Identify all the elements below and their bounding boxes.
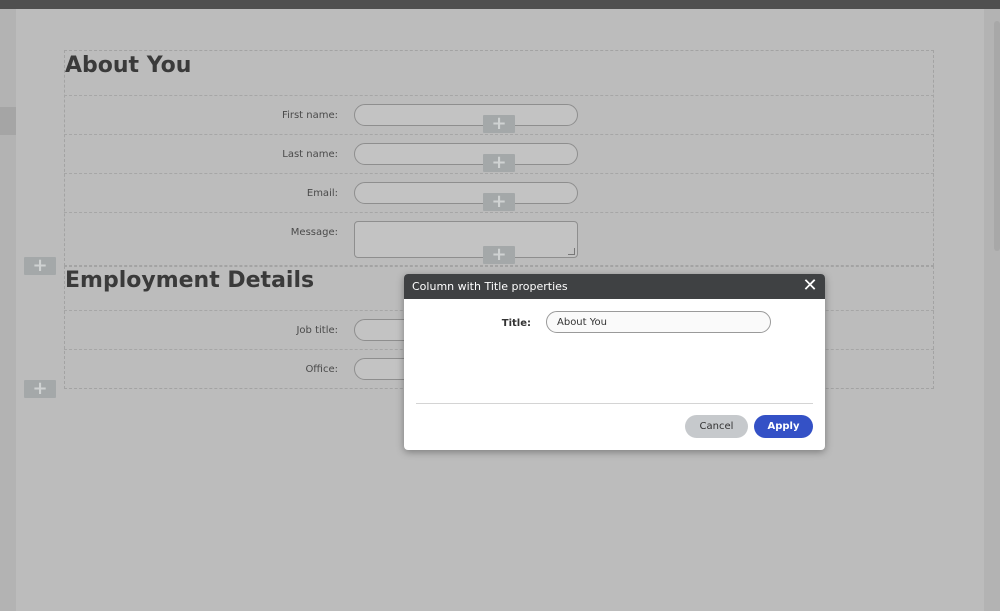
dialog-title: Column with Title properties [412, 280, 568, 293]
add-row-button[interactable]: + [483, 246, 515, 264]
close-icon[interactable]: ✕ [801, 276, 819, 296]
row-divider [64, 212, 934, 213]
cancel-button[interactable]: Cancel [685, 415, 748, 438]
first-name-input[interactable] [354, 104, 578, 126]
office-label: Office: [305, 364, 338, 375]
last-name-label: Last name: [282, 149, 338, 160]
title-field-label: Title: [501, 318, 531, 329]
dialog-separator [416, 403, 813, 404]
job-title-label: Job title: [296, 325, 338, 336]
properties-dialog: Column with Title properties ✕ Title: Ca… [404, 274, 825, 450]
left-rail [0, 9, 16, 611]
left-rail-tab[interactable] [0, 107, 16, 135]
section-title-about-you: About You [65, 53, 192, 78]
scrollbar-thumb[interactable] [994, 21, 1000, 251]
row-divider [64, 95, 934, 96]
add-row-button[interactable]: + [483, 154, 515, 172]
resize-grip-icon[interactable] [568, 248, 575, 255]
email-label: Email: [306, 188, 338, 199]
first-name-label: First name: [282, 110, 338, 121]
row-divider [64, 173, 934, 174]
add-row-button[interactable]: + [483, 193, 515, 211]
add-section-button[interactable]: + [24, 257, 56, 275]
message-label: Message: [290, 227, 338, 238]
scrollbar[interactable] [984, 9, 1000, 611]
apply-button[interactable]: Apply [754, 415, 813, 438]
add-section-button[interactable]: + [24, 380, 56, 398]
top-bar [0, 0, 1000, 9]
dialog-header: Column with Title properties ✕ [404, 274, 825, 299]
last-name-input[interactable] [354, 143, 578, 165]
title-field-input[interactable] [546, 311, 771, 333]
message-textarea[interactable] [354, 221, 578, 258]
add-row-button[interactable]: + [483, 115, 515, 133]
section-title-employment-details: Employment Details [65, 268, 315, 293]
email-input[interactable] [354, 182, 578, 204]
row-divider [64, 134, 934, 135]
